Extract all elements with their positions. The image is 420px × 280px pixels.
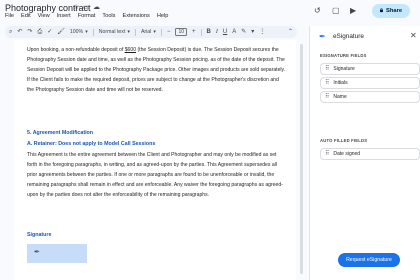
bold-icon[interactable]: B	[207, 28, 211, 36]
drag-handle-icon[interactable]: ⠿	[325, 66, 329, 73]
search-menus-icon[interactable]: ⌕	[9, 28, 12, 36]
underline-icon[interactable]: U	[223, 28, 227, 36]
chevron-down-icon: ▾	[127, 29, 130, 35]
drag-handle-icon[interactable]: ⠿	[325, 80, 329, 87]
field-chip-label: Name	[333, 94, 347, 100]
field-chip-label: Signature	[333, 66, 355, 72]
chevron-down-icon[interactable]: ▾	[251, 28, 254, 36]
menu-item-format[interactable]: Format	[78, 13, 96, 21]
move-folder-icon[interactable]: ▭	[83, 4, 90, 12]
deposit-text-start: Upon booking, a non-refundable deposit o…	[27, 47, 125, 53]
font-value: Arial	[140, 29, 152, 35]
font-dropdown[interactable]: Arial ▾	[141, 29, 156, 35]
signature-field[interactable]: ✒	[27, 244, 87, 263]
menu-item-tools[interactable]: Tools	[102, 13, 115, 21]
share-button[interactable]: 🔒︎ Share	[372, 4, 410, 18]
menu-item-extensions[interactable]: Extensions	[122, 13, 149, 21]
esignature-icon: ✒	[319, 32, 326, 41]
deposit-amount: $600	[124, 47, 137, 53]
print-icon[interactable]: ⎙	[37, 28, 42, 36]
undo-icon[interactable]: ↶	[17, 28, 22, 36]
section-heading: 5. Agreement Modification	[27, 130, 94, 136]
signature-label: Signature	[27, 232, 52, 238]
chevron-down-icon: ▾	[153, 29, 156, 35]
zoom-dropdown[interactable]: 100% ▾	[70, 29, 88, 35]
increase-font-size-icon[interactable]: +	[192, 28, 196, 36]
drag-handle-icon[interactable]: ⠿	[325, 151, 329, 158]
italic-icon[interactable]: I	[216, 28, 218, 36]
lock-icon: 🔒︎	[379, 7, 383, 14]
collapse-toolbar-icon[interactable]: ⌃	[288, 28, 293, 36]
history-icon[interactable]: ↺	[314, 6, 321, 16]
retainer-subheading: A. Retainer: Does not apply to Model Cal…	[27, 141, 156, 147]
pen-icon: ✒	[34, 249, 40, 256]
field-chip-label: Initials	[333, 80, 348, 86]
chevron-down-icon: ▾	[85, 29, 88, 35]
field-chip-initials[interactable]: ⠿ Initials	[320, 77, 420, 89]
toolbar-divider	[134, 28, 136, 36]
field-chip-label: Date signed	[333, 151, 361, 157]
menu-item-insert[interactable]: Insert	[57, 13, 71, 21]
toolbar-divider	[92, 28, 94, 36]
style-value: Normal text	[98, 29, 126, 35]
field-chip-name[interactable]: ⠿ Name	[320, 91, 420, 103]
drag-handle-icon[interactable]: ⠿	[325, 94, 329, 101]
esignature-panel: ✒ eSignature ✕ ESIGNATURE FIELDS ⠿ Signa…	[310, 26, 420, 280]
deposit-text-end: (the Session Deposit) is due. The Sessio…	[27, 47, 286, 94]
share-button-label: Share	[385, 8, 403, 14]
deposit-paragraph: Upon booking, a non-refundable deposit o…	[27, 45, 287, 95]
decrease-font-size-icon[interactable]: −	[167, 28, 171, 36]
panel-header: ✒ eSignature ✕	[310, 26, 420, 46]
menu-item-help[interactable]: Help	[157, 13, 169, 21]
document-page[interactable]: Upon booking, a non-refundable deposit o…	[14, 40, 296, 280]
field-chip-signature[interactable]: ⠿ Signature	[320, 63, 420, 75]
redo-icon[interactable]: ↷	[27, 28, 32, 36]
request-esignature-button[interactable]: Request eSignature	[338, 253, 400, 267]
style-dropdown[interactable]: Normal text ▾	[99, 29, 130, 35]
toolbar-divider	[160, 28, 162, 36]
document-canvas: Upon booking, a non-refundable deposit o…	[0, 40, 304, 280]
document-scrollbar[interactable]	[300, 44, 303, 274]
esignature-fields-heading: ESIGNATURE FIELDS	[320, 53, 367, 58]
field-chip-date-signed[interactable]: ⠿ Date signed	[320, 148, 420, 160]
zoom-value: 100%	[69, 29, 84, 35]
cloud-status-icon[interactable]: ☁	[93, 4, 100, 12]
panel-title: eSignature	[333, 33, 364, 40]
menu-item-view[interactable]: View	[38, 13, 50, 21]
menu-bar: File Edit View Insert Format Tools Exten…	[5, 13, 168, 21]
formatting-toolbar: ⌕ ↶ ↷ ⎙ ✓ 🖌︎ 100% ▾ Normal text ▾ Arial …	[5, 26, 297, 38]
toolbar-divider	[200, 28, 202, 36]
auto-filled-fields-heading: AUTO FILLED FIELDS	[320, 138, 368, 143]
agreement-paragraph: This Agreement is the entire agreement b…	[27, 152, 283, 199]
top-bar: Photography contract ☆ ▭ ☁ File Edit Vie…	[0, 0, 420, 22]
close-icon[interactable]: ✕	[410, 31, 417, 41]
spellcheck-icon[interactable]: ✓	[47, 28, 52, 36]
star-icon[interactable]: ☆	[73, 4, 79, 12]
video-call-icon[interactable]: ▶	[350, 6, 356, 16]
text-color-icon[interactable]: A	[232, 28, 236, 36]
menu-item-edit[interactable]: Edit	[21, 13, 31, 21]
comments-icon[interactable]: ▢	[332, 6, 340, 16]
font-size-input[interactable]: 10	[175, 28, 188, 36]
menu-item-file[interactable]: File	[5, 13, 14, 21]
more-options-icon[interactable]: ⋮	[259, 28, 265, 36]
highlight-icon[interactable]: ✎	[241, 28, 246, 36]
paint-format-icon[interactable]: 🖌︎	[57, 28, 65, 36]
